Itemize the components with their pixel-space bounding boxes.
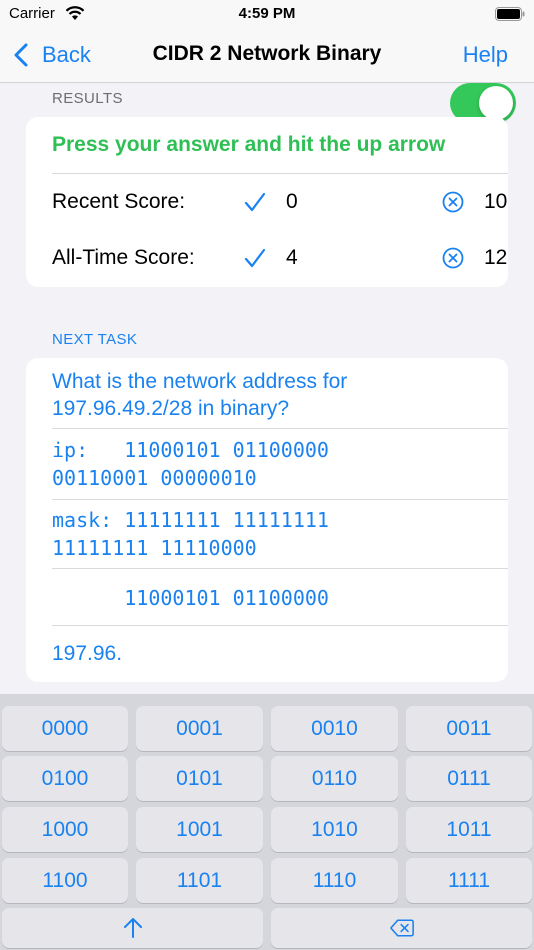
key-0011[interactable]: 0011	[406, 706, 532, 751]
key-0110[interactable]: 0110	[271, 756, 398, 801]
divider	[52, 625, 508, 626]
key-1110[interactable]: 1110	[271, 858, 398, 903]
recent-score-label: Recent Score:	[52, 190, 186, 213]
checkmark-icon	[244, 192, 266, 212]
x-circle-icon	[442, 191, 464, 213]
key-0010[interactable]: 0010	[271, 706, 398, 751]
mask-binary-text: mask: 11111111 11111111 11111111 1111000…	[52, 508, 329, 560]
page-title: CIDR 2 Network Binary	[152, 42, 382, 65]
question-text: What is the network address for 197.96.4…	[52, 370, 348, 420]
recent-wrong-count: 10	[484, 190, 508, 213]
all-time-wrong-count: 12	[484, 246, 508, 269]
all-time-score-row: All-Time Score: 4 12	[52, 230, 508, 286]
all-time-score-label: All-Time Score:	[52, 246, 195, 269]
up-arrow-icon	[123, 918, 142, 938]
key-1000[interactable]: 1000	[2, 807, 128, 852]
checkmark-icon	[244, 248, 266, 268]
key-1010[interactable]: 1010	[271, 807, 398, 852]
backspace-icon	[389, 919, 414, 937]
key-0101[interactable]: 0101	[136, 756, 263, 801]
toggle-knob	[479, 86, 513, 120]
key-0000[interactable]: 0000	[2, 706, 128, 751]
key-1011[interactable]: 1011	[406, 807, 532, 852]
recent-score-row: Recent Score: 0 10	[52, 174, 508, 230]
key-0100[interactable]: 0100	[2, 756, 128, 801]
clock: 4:59 PM	[238, 5, 296, 22]
delete-button[interactable]	[271, 908, 532, 948]
next-task-section-label: NEXT TASK	[52, 331, 138, 348]
key-1101[interactable]: 1101	[136, 858, 263, 903]
navigation-bar: Back CIDR 2 Network Binary Help	[0, 30, 534, 83]
instruction-text: Press your answer and hit the up arrow	[52, 133, 446, 156]
divider	[52, 428, 508, 429]
status-bar: Carrier 4:59 PM	[0, 0, 534, 30]
answer-field: 197.96.	[52, 642, 123, 665]
help-button[interactable]: Help	[463, 42, 508, 68]
binary-keypad: 0000 0001 0010 0011 0100 0101 0110 0111 …	[0, 694, 534, 950]
key-0001[interactable]: 0001	[136, 706, 263, 751]
all-time-correct-count: 4	[286, 246, 298, 269]
key-1001[interactable]: 1001	[136, 807, 263, 852]
battery-icon	[495, 7, 525, 21]
key-0111[interactable]: 0111	[406, 756, 532, 801]
recent-correct-count: 0	[286, 190, 298, 213]
ip-binary-text: ip: 11000101 01100000 00110001 00000010	[52, 438, 329, 490]
submit-button[interactable]	[2, 908, 263, 948]
partial-result-binary-text: 11000101 01100000	[52, 586, 329, 610]
divider	[52, 499, 508, 500]
x-circle-icon	[442, 247, 464, 269]
results-card: Press your answer and hit the up arrow R…	[26, 117, 508, 287]
results-section-label: RESULTS	[52, 90, 123, 107]
divider	[52, 568, 508, 569]
key-1111[interactable]: 1111	[406, 858, 532, 903]
task-card: What is the network address for 197.96.4…	[26, 358, 508, 682]
key-1100[interactable]: 1100	[2, 858, 128, 903]
